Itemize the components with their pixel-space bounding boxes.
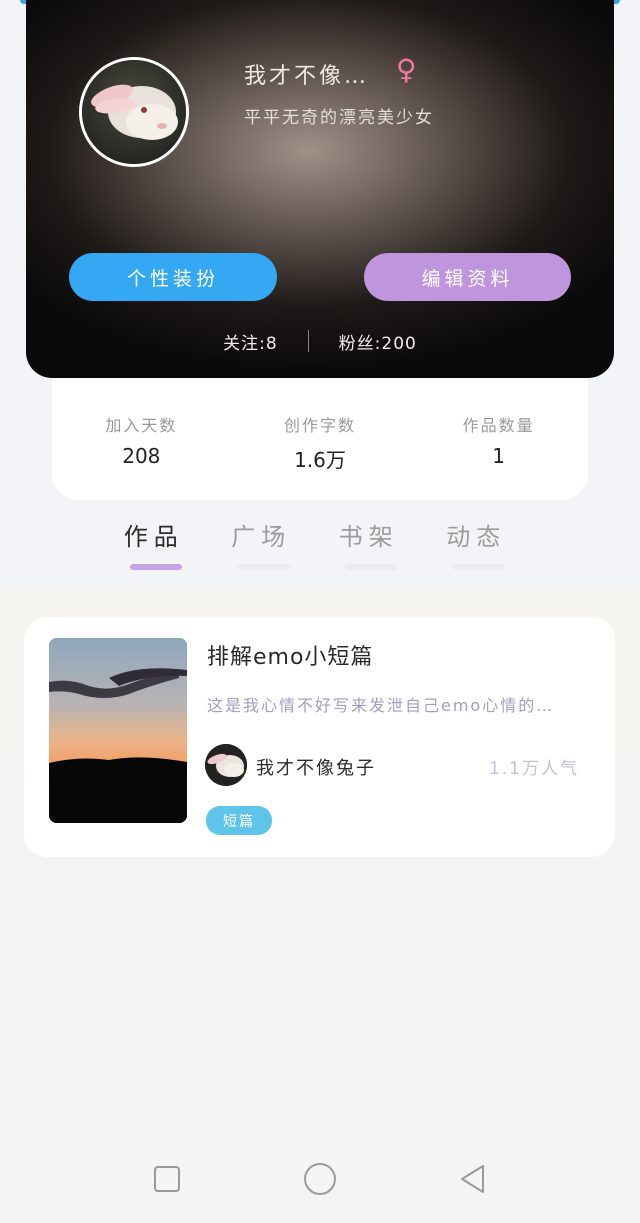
profile-tabs: 作品 广场 书架 动态 (100, 515, 530, 575)
genre-tag[interactable]: 短篇 (206, 806, 272, 835)
following-count[interactable]: 关注:8 (193, 329, 308, 354)
tab-activity[interactable]: 动态 (423, 515, 531, 575)
sunset-cover-image (49, 638, 187, 823)
stats-card: 加入天数 208 创作字数 1.6万 作品数量 1 (52, 378, 588, 500)
popularity-count: 1.1万人气 (488, 759, 579, 779)
tab-label: 广场 (231, 523, 292, 551)
rabbit-avatar-small-image (205, 744, 247, 786)
recent-apps-icon (153, 1166, 180, 1192)
author-name[interactable]: 我才不像兔子 (256, 754, 376, 780)
tab-works[interactable]: 作品 (100, 515, 208, 575)
stat-value: 1 (492, 444, 505, 468)
back-button[interactable] (453, 1159, 493, 1199)
tab-bookshelf[interactable]: 书架 (315, 515, 423, 575)
back-icon (461, 1165, 485, 1193)
tab-square[interactable]: 广场 (208, 515, 316, 575)
followers-count[interactable]: 粉丝:200 (309, 329, 447, 354)
author-avatar[interactable] (205, 744, 247, 786)
tab-indicator (237, 564, 290, 570)
tab-indicator (345, 564, 397, 570)
stat-label: 创作字数 (283, 416, 356, 435)
profile-signature: 平平无奇的漂亮美少女 (244, 108, 434, 128)
system-nav-bar (0, 1135, 640, 1223)
work-description: 这是我心情不好写来发泄自己emo心情的… (207, 696, 555, 715)
rabbit-avatar-image (82, 60, 186, 164)
recent-apps-button[interactable] (147, 1159, 187, 1199)
stat-value: 1.6万 (294, 448, 346, 472)
edit-profile-button[interactable]: 编辑资料 (364, 253, 571, 301)
work-title[interactable]: 排解emo小短篇 (207, 639, 373, 671)
home-icon (303, 1163, 336, 1195)
dress-up-button[interactable]: 个性装扮 (69, 253, 277, 301)
profile-avatar[interactable] (79, 57, 189, 167)
stat-works-count: 作品数量 1 (429, 378, 569, 468)
stat-value: 208 (122, 444, 161, 468)
follow-stats-row: 关注:8 粉丝:200 (26, 326, 614, 356)
female-icon: ♀ (396, 53, 417, 86)
tab-indicator (452, 564, 505, 570)
work-cover-image[interactable] (49, 638, 187, 823)
tab-label: 书架 (338, 523, 399, 551)
home-button[interactable] (300, 1159, 340, 1199)
profile-nickname: 我才不像… (244, 64, 370, 89)
profile-screen: 我才不像… ♀ 平平无奇的漂亮美少女 个性装扮 编辑资料 关注:8 粉丝:200… (0, 0, 640, 1223)
stat-label: 作品数量 (462, 416, 535, 435)
tab-active-indicator (130, 564, 182, 570)
work-card[interactable]: 排解emo小短篇 这是我心情不好写来发泄自己emo心情的… 我才不像兔子 1.1… (24, 617, 615, 857)
tab-label: 作品 (123, 523, 184, 551)
tab-label: 动态 (446, 523, 507, 551)
stat-label: 加入天数 (105, 416, 178, 435)
profile-header-card: 我才不像… ♀ 平平无奇的漂亮美少女 个性装扮 编辑资料 关注:8 粉丝:200 (26, 0, 614, 378)
stat-word-count: 创作字数 1.6万 (250, 378, 390, 473)
stat-join-days: 加入天数 208 (71, 378, 211, 468)
